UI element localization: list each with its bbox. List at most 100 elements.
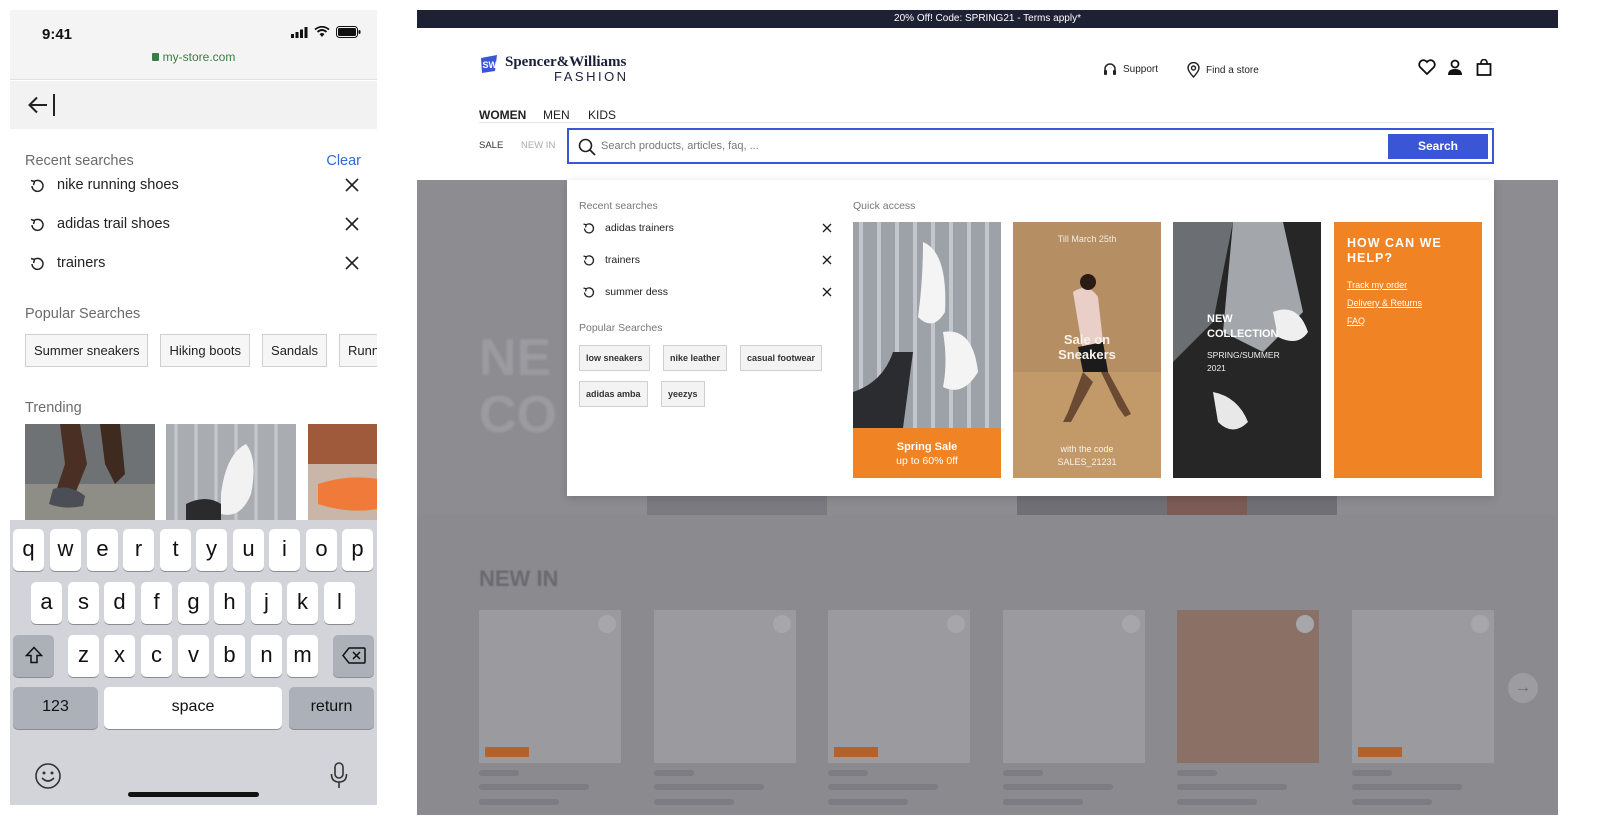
recent-search-item[interactable]: summer dess — [579, 283, 834, 303]
popular-search-chip[interactable]: Sandals — [262, 334, 328, 367]
favorite-icon[interactable] — [1471, 615, 1489, 633]
recent-search-item[interactable]: adidas trainers — [579, 219, 834, 239]
key[interactable]: j — [251, 582, 282, 624]
close-icon[interactable] — [822, 223, 832, 233]
popular-search-chip[interactable]: Hiking boots — [160, 334, 251, 367]
key[interactable]: q — [13, 529, 44, 571]
popular-search-chip[interactable]: casual footwear — [740, 345, 823, 371]
recent-search-item[interactable]: trainers — [25, 252, 365, 276]
key[interactable]: o — [306, 529, 337, 571]
space-key[interactable]: space — [104, 687, 282, 729]
trending-image-sneaker[interactable] — [166, 424, 296, 524]
recent-search-item[interactable]: nike running shoes — [25, 174, 365, 198]
search-button[interactable]: Search — [1388, 134, 1488, 159]
numbers-key[interactable]: 123 — [13, 687, 98, 729]
popular-search-chip[interactable]: Summer sneakers — [25, 334, 149, 367]
shopping-bag-icon[interactable] — [1476, 59, 1492, 76]
product-card[interactable] — [1003, 610, 1145, 763]
key[interactable]: a — [31, 582, 62, 624]
section-title: NEW IN — [479, 566, 559, 591]
key[interactable]: n — [251, 635, 282, 677]
product-card[interactable] — [479, 610, 621, 763]
close-icon[interactable] — [345, 217, 359, 231]
emoji-icon[interactable] — [34, 762, 62, 790]
product-card[interactable] — [654, 610, 796, 763]
key[interactable]: z — [68, 635, 99, 677]
key[interactable]: s — [68, 582, 99, 624]
close-icon[interactable] — [345, 178, 359, 192]
search-bar[interactable]: Search products, articles, faq, ... Sear… — [567, 128, 1494, 164]
recent-search-item[interactable]: trainers — [579, 251, 834, 271]
key[interactable]: h — [214, 582, 245, 624]
popular-search-chip[interactable]: yeezys — [661, 381, 705, 407]
key[interactable]: y — [196, 529, 227, 571]
nav-women[interactable]: WOMEN — [479, 108, 526, 122]
key[interactable]: m — [287, 635, 318, 677]
nav-men[interactable]: MEN — [543, 108, 570, 122]
recent-search-label: trainers — [57, 255, 106, 271]
key[interactable]: x — [104, 635, 135, 677]
close-icon[interactable] — [345, 256, 359, 270]
favorite-icon[interactable] — [598, 615, 616, 633]
key[interactable]: p — [342, 529, 373, 571]
key[interactable]: i — [269, 529, 300, 571]
trending-image-orange-shoe[interactable] — [308, 424, 377, 524]
product-meta — [1177, 799, 1257, 805]
key[interactable]: u — [233, 529, 264, 571]
brand-logo-icon[interactable]: SW — [479, 54, 499, 74]
key[interactable]: b — [214, 635, 245, 677]
key[interactable]: w — [50, 529, 81, 571]
key[interactable]: v — [178, 635, 209, 677]
key[interactable]: e — [87, 529, 118, 571]
popular-search-chip[interactable]: adidas amba — [579, 381, 648, 407]
key[interactable]: g — [178, 582, 209, 624]
close-icon[interactable] — [822, 287, 832, 297]
close-icon[interactable] — [822, 255, 832, 265]
quick-access-new-collection[interactable]: NEW COLLECTION SPRING/SUMMER 2021 — [1173, 222, 1321, 478]
key[interactable]: r — [123, 529, 154, 571]
user-icon[interactable] — [1447, 59, 1463, 76]
heart-icon[interactable] — [1418, 59, 1436, 75]
key[interactable]: t — [160, 529, 191, 571]
subnav-sale[interactable]: SALE — [479, 140, 503, 151]
trending-image-running[interactable] — [25, 424, 155, 524]
microphone-icon[interactable] — [330, 762, 348, 790]
product-card[interactable] — [828, 610, 970, 763]
mobile-search-bar[interactable] — [10, 81, 377, 129]
carousel-next-arrow-icon[interactable]: → — [1508, 673, 1538, 703]
clear-button[interactable]: Clear — [326, 153, 361, 169]
key[interactable]: c — [141, 635, 172, 677]
favorite-icon[interactable] — [1296, 615, 1314, 633]
return-key[interactable]: return — [289, 687, 374, 729]
delivery-returns-link[interactable]: Delivery & Returns — [1347, 298, 1469, 308]
favorite-icon[interactable] — [1122, 615, 1140, 633]
product-meta — [1352, 770, 1392, 776]
faq-link[interactable]: FAQ — [1347, 316, 1469, 326]
recent-search-item[interactable]: adidas trail shoes — [25, 213, 365, 237]
popular-search-chip[interactable]: nike leather — [663, 345, 728, 371]
product-card[interactable] — [1177, 610, 1319, 763]
support-link[interactable]: Support — [1103, 62, 1158, 76]
key[interactable]: f — [141, 582, 172, 624]
favorite-icon[interactable] — [773, 615, 791, 633]
nav-kids[interactable]: KIDS — [588, 108, 616, 122]
subnav-new-in[interactable]: NEW IN — [521, 140, 555, 151]
shift-key[interactable] — [13, 635, 54, 677]
quick-access-sneaker-sale[interactable]: Till March 25th Sale on Sneakers with th… — [1013, 222, 1161, 478]
back-arrow-icon[interactable] — [28, 96, 48, 114]
key[interactable]: l — [324, 582, 355, 624]
key[interactable]: d — [104, 582, 135, 624]
find-store-link[interactable]: Find a store — [1187, 62, 1259, 78]
search-input[interactable]: Search products, articles, faq, ... — [601, 140, 759, 152]
track-order-link[interactable]: Track my order — [1347, 280, 1469, 290]
popular-search-chip[interactable]: Running — [339, 334, 377, 367]
quick-access-spring-sale[interactable]: Spring Sale up to 60% 0ff — [853, 222, 1001, 478]
address-bar[interactable]: my-store.com — [10, 50, 377, 64]
popular-search-chip[interactable]: low sneakers — [579, 345, 650, 371]
product-card[interactable] — [1352, 610, 1494, 763]
favorite-icon[interactable] — [947, 615, 965, 633]
home-indicator[interactable] — [128, 792, 259, 797]
promo-banner[interactable]: 20% Off! Code: SPRING21 - Terms apply* — [417, 10, 1558, 28]
backspace-key[interactable] — [333, 635, 374, 677]
key[interactable]: k — [287, 582, 318, 624]
